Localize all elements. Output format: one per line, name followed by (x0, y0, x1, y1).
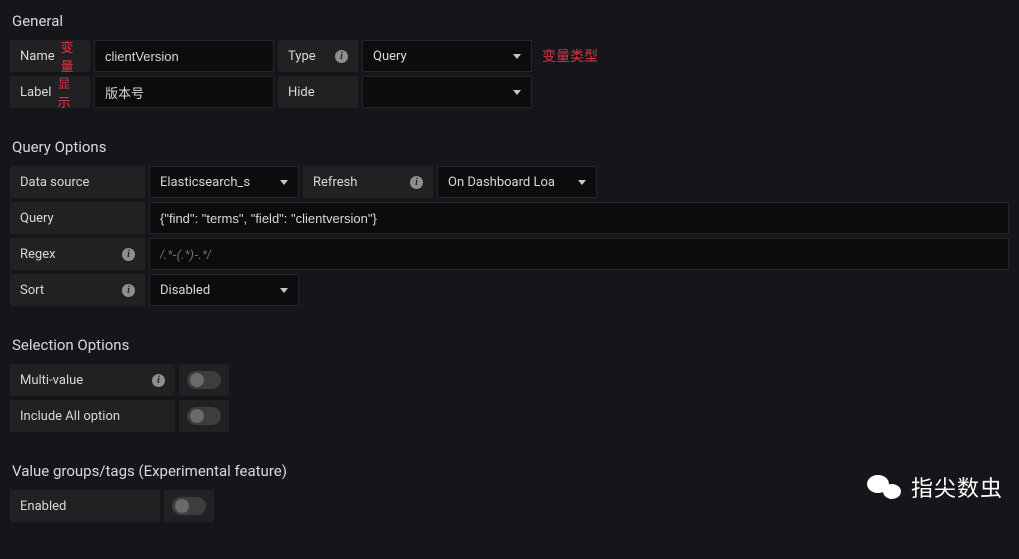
label-annotation: 显示 (57, 73, 80, 111)
watermark-text: 指尖数虫 (911, 471, 1003, 503)
row-name-type: Name 变量 Type i Query 变量类型 (10, 40, 1009, 72)
section-title-selection-options: Selection Options (10, 332, 1009, 364)
label-label: Label 显示 (10, 76, 90, 108)
include-all-label: Include All option (10, 400, 175, 432)
query-input[interactable] (149, 202, 1009, 234)
include-all-toggle[interactable] (187, 407, 221, 425)
datasource-select[interactable]: Elasticsearch_s (149, 166, 299, 198)
refresh-label: Refresh i (303, 166, 433, 198)
section-title-general: General (10, 8, 1009, 40)
multi-value-toggle[interactable] (187, 371, 221, 389)
sort-label: Sort i (10, 274, 145, 306)
regex-input[interactable] (149, 238, 1009, 270)
row-label-hide: Label 显示 Hide (10, 76, 1009, 108)
enabled-label: Enabled (10, 490, 160, 522)
name-annotation: 变量 (61, 37, 80, 75)
label-input[interactable] (94, 76, 274, 108)
type-annotation: 变量类型 (542, 40, 598, 72)
type-label: Type i (278, 40, 358, 72)
row-sort: Sort i Disabled (10, 274, 1009, 306)
section-title-value-groups: Value groups/tags (Experimental feature) (10, 458, 1009, 490)
row-multi-value: Multi-value i (10, 364, 1009, 396)
enabled-toggle[interactable] (172, 497, 206, 515)
caret-down-icon (280, 180, 288, 185)
info-icon: i (122, 284, 135, 297)
multi-value-label: Multi-value i (10, 364, 175, 396)
enabled-toggle-cell (164, 490, 214, 522)
datasource-label: Data source (10, 166, 145, 198)
info-icon: i (410, 176, 423, 189)
wechat-icon (867, 473, 901, 501)
include-all-toggle-cell (179, 400, 229, 432)
hide-select[interactable] (362, 76, 532, 108)
row-regex: Regex i (10, 238, 1009, 270)
name-input[interactable] (94, 40, 274, 72)
info-icon: i (335, 50, 348, 63)
sort-select[interactable]: Disabled (149, 274, 299, 306)
caret-down-icon (578, 180, 586, 185)
row-datasource-refresh: Data source Elasticsearch_s Refresh i On… (10, 166, 1009, 198)
section-title-query-options: Query Options (10, 134, 1009, 166)
type-select[interactable]: Query (362, 40, 532, 72)
watermark: 指尖数虫 (867, 471, 1003, 503)
info-icon: i (152, 374, 165, 387)
hide-label: Hide (278, 76, 358, 108)
row-include-all: Include All option (10, 400, 1009, 432)
caret-down-icon (513, 90, 521, 95)
row-enabled: Enabled (10, 490, 1009, 522)
row-query: Query (10, 202, 1009, 234)
info-icon: i (122, 248, 135, 261)
query-label: Query (10, 202, 145, 234)
refresh-select[interactable]: On Dashboard Loa (437, 166, 597, 198)
caret-down-icon (280, 288, 288, 293)
caret-down-icon (513, 54, 521, 59)
multi-value-toggle-cell (179, 364, 229, 396)
name-label: Name 变量 (10, 40, 90, 72)
regex-label: Regex i (10, 238, 145, 270)
